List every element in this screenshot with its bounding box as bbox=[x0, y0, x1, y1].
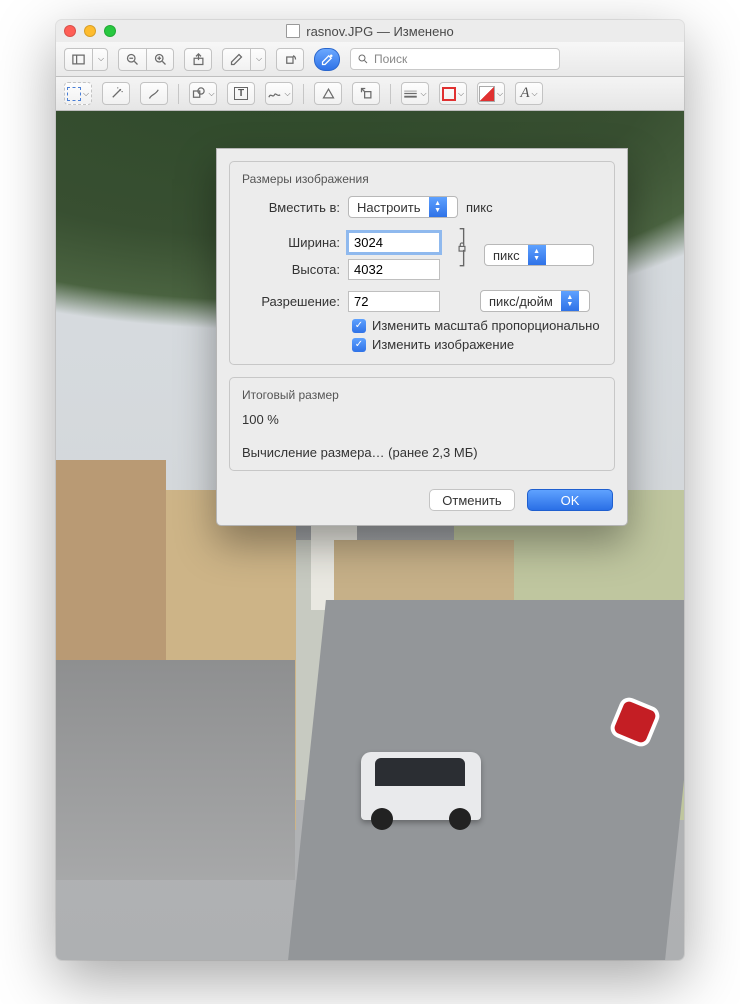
width-label: Ширина: bbox=[242, 235, 340, 250]
dimensions-group: Размеры изображения Вместить в: Настроит… bbox=[229, 161, 615, 365]
border-color-button[interactable]: ⌵ bbox=[439, 82, 467, 105]
zoom-out-icon bbox=[125, 52, 140, 67]
scale-proportionally-label: Изменить масштаб пропорционально bbox=[372, 318, 600, 333]
dimension-unit-select[interactable]: пикс ▲▼ bbox=[484, 244, 594, 266]
share-button[interactable] bbox=[184, 48, 212, 71]
separator bbox=[390, 84, 391, 104]
markup-icon bbox=[320, 52, 335, 67]
text-tool-button[interactable]: T bbox=[227, 82, 255, 105]
zoom-out-button[interactable] bbox=[118, 48, 146, 71]
height-label: Высота: bbox=[242, 262, 340, 277]
chevron-updown-icon: ▲▼ bbox=[561, 291, 579, 311]
border-style-button[interactable]: ⌵ bbox=[401, 82, 429, 105]
fit-into-value: Настроить bbox=[349, 200, 429, 215]
dialog-buttons: Отменить OK bbox=[217, 483, 627, 525]
highlight-menu-button[interactable]: ⌵ bbox=[250, 48, 266, 71]
resample-image-checkbox[interactable]: ✓ Изменить изображение bbox=[352, 337, 602, 352]
resolution-unit-select[interactable]: пикс/дюйм ▲▼ bbox=[480, 290, 590, 312]
filename: rasnov.JPG bbox=[306, 24, 373, 39]
chevron-updown-icon: ▲▼ bbox=[429, 197, 447, 217]
document-icon bbox=[286, 24, 300, 38]
height-input[interactable] bbox=[348, 259, 440, 280]
prism-icon bbox=[321, 86, 336, 101]
fit-unit: пикс bbox=[466, 200, 493, 215]
selection-tool-button[interactable]: ⌵ bbox=[64, 82, 92, 105]
resize-icon bbox=[359, 86, 374, 101]
border-color-icon bbox=[442, 87, 456, 101]
width-input[interactable] bbox=[348, 232, 440, 253]
rotate-icon bbox=[283, 52, 298, 67]
resulting-size-group: Итоговый размер 100 % Вычисление размера… bbox=[229, 377, 615, 471]
fill-color-button[interactable]: ⌵ bbox=[477, 82, 505, 105]
main-toolbar: ⌵ ⌵ Поиск bbox=[56, 42, 684, 77]
separator bbox=[303, 84, 304, 104]
search-placeholder: Поиск bbox=[374, 52, 407, 66]
document-status: Изменено bbox=[393, 24, 453, 39]
instant-alpha-button[interactable] bbox=[102, 82, 130, 105]
zoom-in-button[interactable] bbox=[146, 48, 174, 71]
resolution-unit-value: пикс/дюйм bbox=[481, 294, 561, 309]
adjust-color-button[interactable] bbox=[314, 82, 342, 105]
fit-into-select[interactable]: Настроить ▲▼ bbox=[348, 196, 458, 218]
resolution-label: Разрешение: bbox=[242, 294, 340, 309]
separator bbox=[178, 84, 179, 104]
sketch-tool-button[interactable] bbox=[140, 82, 168, 105]
ok-button[interactable]: OK bbox=[527, 489, 613, 511]
preview-window: rasnov.JPG — Изменено ⌵ bbox=[56, 20, 684, 960]
share-icon bbox=[191, 52, 206, 67]
markup-toggle-button[interactable] bbox=[314, 48, 340, 71]
shapes-icon bbox=[191, 86, 206, 101]
rotate-button[interactable] bbox=[276, 48, 304, 71]
fill-color-icon bbox=[479, 86, 495, 102]
resample-image-label: Изменить изображение bbox=[372, 337, 514, 352]
cancel-button[interactable]: Отменить bbox=[429, 489, 515, 511]
search-icon bbox=[357, 53, 369, 65]
shapes-button[interactable]: ⌵ bbox=[189, 82, 217, 105]
chevron-updown-icon: ▲▼ bbox=[528, 245, 546, 265]
window-title: rasnov.JPG — Изменено bbox=[56, 24, 684, 39]
dimension-unit-value: пикс bbox=[485, 248, 528, 263]
scale-proportionally-checkbox[interactable]: ✓ Изменить масштаб пропорционально bbox=[352, 318, 602, 333]
sidebar-menu-button[interactable]: ⌵ bbox=[92, 48, 108, 71]
pencil-draw-icon bbox=[147, 86, 162, 101]
wand-icon bbox=[109, 86, 124, 101]
fit-into-label: Вместить в: bbox=[242, 200, 340, 215]
sidebar-icon bbox=[71, 52, 86, 67]
sign-button[interactable]: ⌵ bbox=[265, 82, 293, 105]
signature-icon bbox=[267, 86, 282, 101]
adjust-size-button[interactable] bbox=[352, 82, 380, 105]
resulting-size-title: Итоговый размер bbox=[242, 388, 602, 402]
checkmark-icon: ✓ bbox=[352, 319, 366, 333]
text-icon: T bbox=[234, 87, 248, 100]
resulting-calc: Вычисление размера… (ранее 2,3 МБ) bbox=[242, 445, 602, 460]
checkmark-icon: ✓ bbox=[352, 338, 366, 352]
sidebar-toggle-button[interactable] bbox=[64, 48, 92, 71]
dimensions-title: Размеры изображения bbox=[242, 172, 602, 186]
adjust-size-dialog: Размеры изображения Вместить в: Настроит… bbox=[216, 148, 628, 526]
text-style-icon: A bbox=[520, 85, 529, 102]
selection-icon bbox=[67, 87, 81, 101]
highlight-button[interactable] bbox=[222, 48, 250, 71]
resulting-percent: 100 % bbox=[242, 412, 602, 427]
zoom-in-icon bbox=[153, 52, 168, 67]
text-style-button[interactable]: A⌵ bbox=[515, 82, 543, 105]
search-field[interactable]: Поиск bbox=[350, 48, 560, 70]
lock-aspect-button[interactable]: ⎤ ⎦ bbox=[448, 232, 476, 262]
titlebar: rasnov.JPG — Изменено bbox=[56, 20, 684, 42]
resolution-input[interactable] bbox=[348, 291, 440, 312]
pencil-icon bbox=[229, 52, 244, 67]
lines-icon bbox=[403, 86, 418, 101]
markup-toolbar: ⌵ ⌵ T ⌵ ⌵ ⌵ ⌵ A⌵ bbox=[56, 77, 684, 111]
